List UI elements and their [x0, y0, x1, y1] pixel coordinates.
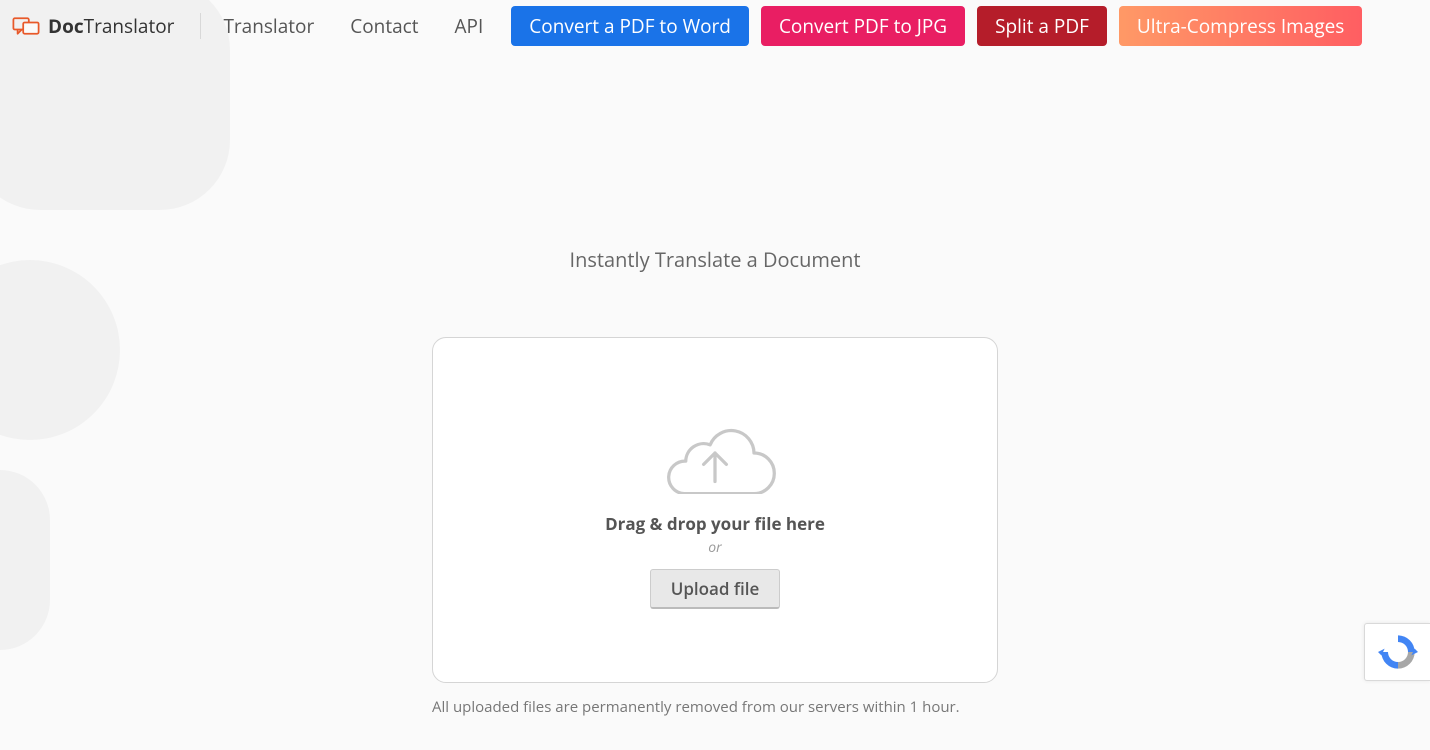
- recaptcha-icon: [1378, 632, 1418, 672]
- logo[interactable]: DocTranslator: [12, 13, 201, 39]
- convert-pdf-to-word-button[interactable]: Convert a PDF to Word: [511, 6, 749, 46]
- page-title: Instantly Translate a Document: [0, 246, 1430, 273]
- drop-or-text: or: [708, 538, 721, 557]
- main: Instantly Translate a Document Drag & dr…: [0, 246, 1430, 717]
- cta-row: Convert a PDF to Word Convert PDF to JPG…: [511, 6, 1362, 46]
- nav-api[interactable]: API: [455, 13, 484, 39]
- ultra-compress-button[interactable]: Ultra-Compress Images: [1119, 6, 1362, 46]
- nav-translator[interactable]: Translator: [223, 13, 314, 39]
- upload-file-button[interactable]: Upload file: [650, 569, 781, 609]
- privacy-note: All uploaded files are permanently remov…: [432, 697, 998, 717]
- drop-title: Drag & drop your file here: [605, 512, 825, 535]
- nav-contact[interactable]: Contact: [350, 13, 418, 39]
- logo-icon: [12, 15, 40, 37]
- header: DocTranslator Translator Contact API Con…: [0, 0, 1430, 46]
- logo-text: DocTranslator: [48, 13, 174, 39]
- cloud-upload-icon: [650, 412, 780, 494]
- file-dropzone[interactable]: Drag & drop your file here or Upload fil…: [432, 337, 998, 683]
- convert-pdf-to-jpg-button[interactable]: Convert PDF to JPG: [761, 6, 965, 46]
- split-pdf-button[interactable]: Split a PDF: [977, 6, 1107, 46]
- recaptcha-badge[interactable]: [1364, 623, 1430, 681]
- nav-links: Translator Contact API: [223, 13, 483, 39]
